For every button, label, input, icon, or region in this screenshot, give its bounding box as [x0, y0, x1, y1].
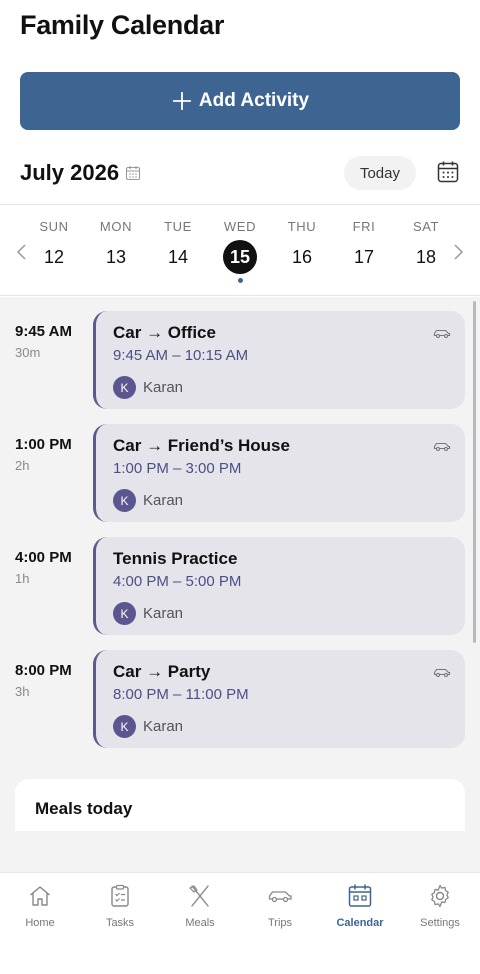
day-sat[interactable]: SAT 18 — [398, 219, 454, 274]
day-name: FRI — [352, 219, 376, 234]
day-tue[interactable]: TUE 14 — [150, 219, 206, 274]
small-calendar-icon[interactable] — [125, 165, 141, 181]
person-name: Karan — [143, 492, 184, 509]
day-number: 17 — [353, 247, 375, 267]
meals-title: Meals today — [35, 799, 133, 818]
clipboard-icon — [111, 884, 129, 907]
utensils-icon — [188, 885, 209, 907]
day-thu[interactable]: THU 16 — [274, 219, 330, 274]
day-fri[interactable]: FRI 17 — [336, 219, 392, 274]
nav-home[interactable]: Home — [0, 883, 80, 929]
add-activity-button[interactable]: Add Activity — [20, 72, 460, 130]
avatar: K — [113, 376, 136, 399]
avatar: K — [113, 715, 136, 738]
nav-label: Meals — [185, 917, 215, 929]
person-name: Karan — [143, 605, 184, 622]
nav-label: Settings — [420, 917, 460, 929]
day-name: WED — [223, 219, 257, 234]
event-start-time: 1:00 PM — [15, 436, 72, 453]
nav-label: Tasks — [105, 917, 135, 929]
event-card[interactable]: Car → Office 9:45 AM – 10:15 AM K Karan — [93, 311, 465, 409]
event-title: Tennis Practice — [113, 549, 238, 568]
chevron-right-icon[interactable] — [453, 243, 465, 261]
avatar: K — [113, 489, 136, 512]
event-card[interactable]: Car → Friend’s House 1:00 PM – 3:00 PM K… — [93, 424, 465, 522]
event-person: K Karan — [113, 376, 183, 399]
event-time-range: 8:00 PM – 11:00 PM — [113, 686, 249, 703]
event-duration: 3h — [15, 684, 30, 699]
plus-icon — [172, 91, 192, 111]
nav-meals[interactable]: Meals — [160, 883, 240, 929]
event-duration: 1h — [15, 571, 30, 586]
event-title: Car → Friend’s House — [113, 436, 290, 455]
nav-settings[interactable]: Settings — [400, 883, 480, 929]
day-mon[interactable]: MON 13 — [88, 219, 144, 274]
day-number: 12 — [43, 247, 65, 267]
day-name: MON — [99, 219, 133, 234]
event-row: 1:00 PM 2h Car → Friend’s House 1:00 PM … — [0, 424, 480, 522]
day-name: THU — [287, 219, 317, 234]
event-start-time: 8:00 PM — [15, 662, 72, 679]
event-row: 4:00 PM 1h Tennis Practice 4:00 PM – 5:0… — [0, 537, 480, 635]
event-card[interactable]: Car → Party 8:00 PM – 11:00 PM K Karan — [93, 650, 465, 748]
day-name: SAT — [412, 219, 440, 234]
event-start-time: 9:45 AM — [15, 323, 72, 340]
person-name: Karan — [143, 718, 184, 735]
event-time-range: 4:00 PM – 5:00 PM — [113, 573, 242, 590]
week-strip: SUN 12 MON 13 TUE 14 WED 15 THU 16 FRI 1… — [0, 204, 480, 296]
today-button[interactable]: Today — [343, 156, 416, 190]
month-label[interactable]: July 2026 — [20, 160, 119, 186]
event-person: K Karan — [113, 489, 183, 512]
event-title: Car → Office — [113, 323, 216, 342]
gear-icon — [431, 884, 449, 908]
day-number: 14 — [167, 247, 189, 267]
event-time-range: 1:00 PM – 3:00 PM — [113, 460, 242, 477]
event-row: 9:45 AM 30m Car → Office 9:45 AM – 10:15… — [0, 311, 480, 409]
home-icon — [30, 886, 50, 906]
avatar: K — [113, 602, 136, 625]
event-indicator-dot — [237, 278, 243, 283]
event-start-time: 4:00 PM — [15, 549, 72, 566]
event-duration: 2h — [15, 458, 30, 473]
nav-calendar[interactable]: Calendar — [320, 883, 400, 929]
month-header: July 2026 Today — [20, 156, 460, 190]
meals-today-card[interactable]: Meals today — [15, 779, 465, 831]
nav-trips[interactable]: Trips — [240, 883, 320, 929]
calendar-icon — [348, 884, 372, 907]
event-title: Car → Party — [113, 662, 211, 681]
day-sun[interactable]: SUN 12 — [26, 219, 82, 274]
person-name: Karan — [143, 379, 184, 396]
event-time-range: 9:45 AM – 10:15 AM — [113, 347, 249, 364]
day-number: 18 — [415, 247, 437, 267]
day-wed-selected[interactable]: WED 15 — [212, 219, 268, 283]
nav-label: Trips — [267, 917, 293, 929]
day-number: 13 — [105, 247, 127, 267]
event-person: K Karan — [113, 602, 183, 625]
nav-tasks[interactable]: Tasks — [80, 883, 160, 929]
nav-label: Calendar — [336, 917, 384, 929]
day-name: SUN — [39, 219, 69, 234]
calendar-view-icon[interactable] — [436, 160, 460, 184]
event-row: 8:00 PM 3h Car → Party 8:00 PM – 11:00 P… — [0, 650, 480, 748]
day-name: TUE — [164, 219, 192, 234]
day-number: 15 — [223, 240, 257, 274]
car-icon — [433, 668, 451, 677]
bottom-nav: Home Tasks Meals Trips Calendar Settings — [0, 872, 480, 974]
car-icon — [433, 442, 451, 451]
event-person: K Karan — [113, 715, 183, 738]
agenda-list[interactable]: 9:45 AM 30m Car → Office 9:45 AM – 10:15… — [0, 297, 480, 872]
add-activity-label: Add Activity — [198, 90, 310, 111]
event-card[interactable]: Tennis Practice 4:00 PM – 5:00 PM K Kara… — [93, 537, 465, 635]
car-icon — [268, 891, 292, 903]
car-icon — [433, 329, 451, 338]
day-number: 16 — [291, 247, 313, 267]
nav-label: Home — [25, 917, 55, 929]
page-title: Family Calendar — [20, 10, 225, 40]
event-duration: 30m — [15, 345, 41, 360]
